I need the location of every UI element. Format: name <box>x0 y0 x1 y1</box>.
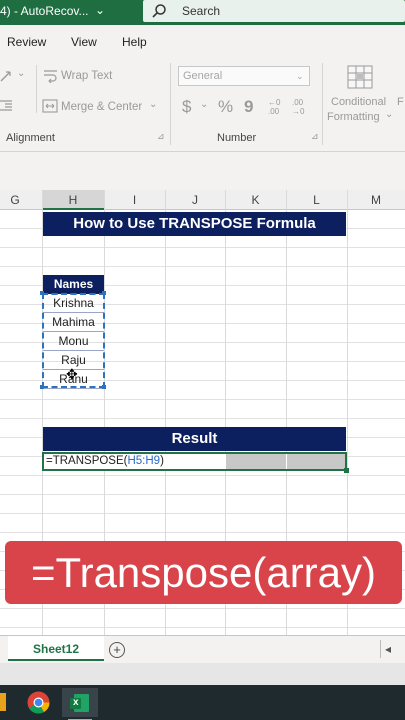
merge-dropdown-icon[interactable]: ⌄ <box>149 99 157 110</box>
taskbar-app-icon[interactable] <box>0 693 6 711</box>
percent-button[interactable]: % <box>218 97 233 117</box>
search-box[interactable]: Search <box>143 0 405 22</box>
fill-handle[interactable] <box>344 468 349 473</box>
active-formula-cell[interactable]: =TRANSPOSE(H5:H9) <box>42 452 347 471</box>
conditional-dropdown-icon[interactable]: ⌄ <box>385 109 393 120</box>
taskbar-chrome[interactable] <box>24 688 53 717</box>
tab-help[interactable]: Help <box>122 35 147 49</box>
column-header-i[interactable]: I <box>104 193 165 207</box>
move-cursor-icon: ✥ <box>66 366 78 382</box>
sheet-title-banner[interactable]: How to Use TRANSPOSE Formula <box>43 212 346 236</box>
alignment-launcher-icon[interactable]: ⊿ <box>157 131 165 142</box>
taskbar-excel[interactable]: x <box>62 688 98 720</box>
column-header-k[interactable]: K <box>225 193 286 207</box>
search-icon <box>152 4 166 18</box>
title-bar: 4) - AutoRecov... ⌄ Search <box>0 0 405 25</box>
formula-suffix: ) <box>160 455 164 467</box>
search-label: Search <box>182 4 221 18</box>
column-headers: G H I J K L M <box>0 190 405 210</box>
window-title: 4) - AutoRecov... <box>0 4 89 18</box>
sheet-tab-active[interactable]: Sheet12 <box>8 636 104 661</box>
caption-overlay: =Transpose(array) <box>5 541 402 604</box>
column-header-j[interactable]: J <box>165 193 225 207</box>
add-sheet-button[interactable]: + <box>109 642 125 658</box>
orientation-icon[interactable] <box>0 69 18 83</box>
number-format-select[interactable]: General ⌄ <box>178 66 310 86</box>
ribbon-divider <box>170 63 171 145</box>
ribbon: ⌄ Wrap Text Merge & Center ⌄ Alignment ⊿… <box>0 57 405 152</box>
spill-preview-cell <box>287 454 345 469</box>
tab-review[interactable]: Review <box>7 35 46 49</box>
ribbon-tabs: Review View Help <box>0 25 405 57</box>
number-launcher-icon[interactable]: ⊿ <box>311 131 319 142</box>
spill-preview-cell <box>226 454 286 469</box>
selection-handle[interactable] <box>102 385 106 389</box>
status-bar <box>0 663 405 685</box>
column-header-h[interactable]: H <box>42 193 104 207</box>
ribbon-divider <box>36 65 37 113</box>
scroll-tabs-icon[interactable]: ◂ <box>385 642 391 656</box>
excel-icon-letter: x <box>73 697 79 708</box>
merge-center-button[interactable]: Merge & Center <box>61 101 142 113</box>
column-header-m[interactable]: M <box>347 193 405 207</box>
tab-divider <box>380 640 381 658</box>
column-header-l[interactable]: L <box>286 193 347 207</box>
tab-view[interactable]: View <box>71 35 97 49</box>
currency-dropdown-icon[interactable]: ⌄ <box>200 99 208 110</box>
alignment-group-label: Alignment <box>6 132 55 144</box>
sheet-tab-bar: Sheet12 + ◂ <box>0 635 405 663</box>
sheet-tab-label: Sheet12 <box>32 642 80 656</box>
wrap-text-icon[interactable] <box>43 69 59 83</box>
increase-decimal-button[interactable]: ←0 .00 <box>268 98 286 116</box>
wrap-text-button[interactable]: Wrap Text <box>61 70 112 82</box>
column-header-g[interactable]: G <box>0 193 30 207</box>
ribbon-divider <box>322 63 323 145</box>
number-format-value: General <box>183 70 223 82</box>
conditional-formatting-label-1[interactable]: Conditional <box>331 96 386 108</box>
formula-text: =TRANSPOSE(H5:H9) <box>46 455 164 467</box>
indent-icon[interactable] <box>0 99 14 113</box>
conditional-formatting-icon[interactable] <box>347 65 373 89</box>
comma-style-button[interactable]: 9 <box>244 97 253 117</box>
number-group-label: Number <box>217 132 257 144</box>
formula-bar-area <box>0 152 405 190</box>
selection-handle[interactable] <box>102 291 106 295</box>
orientation-dropdown-icon[interactable]: ⌄ <box>17 68 25 79</box>
selection-handle[interactable] <box>40 385 44 389</box>
names-header-cell[interactable]: Names <box>43 275 104 294</box>
selection-handle[interactable] <box>40 291 44 295</box>
formula-range-reference: H5:H9 <box>127 455 161 467</box>
conditional-formatting-label-2[interactable]: Formatting <box>327 111 380 123</box>
result-header-cell[interactable]: Result <box>43 427 346 451</box>
decrease-decimal-button[interactable]: .00 →0 <box>292 98 310 116</box>
taskbar: x <box>0 685 405 720</box>
merge-center-icon[interactable] <box>42 99 58 113</box>
caption-text: =Transpose(array) <box>30 549 377 596</box>
title-dropdown-icon[interactable]: ⌄ <box>95 3 105 17</box>
currency-button[interactable]: $ <box>182 97 191 117</box>
chevron-down-icon: ⌄ <box>296 71 304 81</box>
chrome-icon <box>27 691 50 714</box>
formula-prefix: =TRANSPOSE( <box>46 455 128 467</box>
format-table-label-cut[interactable]: F <box>397 96 404 108</box>
